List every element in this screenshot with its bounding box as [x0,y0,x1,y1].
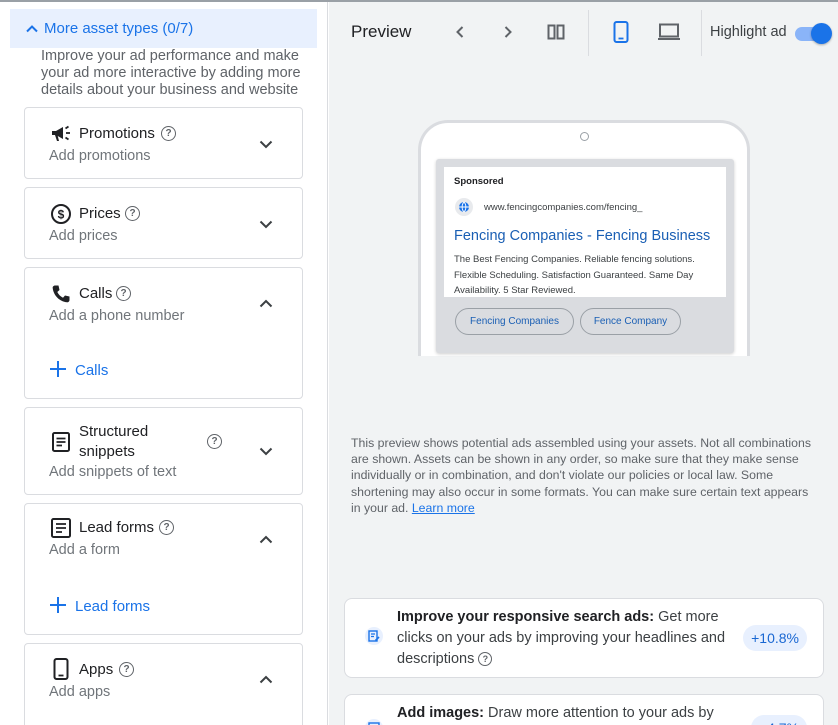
preview-panel: Preview Highlight ad Sponsored www.fenci… [329,2,838,725]
recommendation-body: Draw more attention to your ads by [488,705,714,721]
ad-preview: Sponsored www.fencingcompanies.com/fenci… [436,159,734,353]
recommendation-title: Improve your responsive search ads: [397,609,655,625]
structured-snippets-subtitle: Add snippets of text [49,464,177,480]
structured-snippets-title: Structured snippets [79,422,148,462]
apps-card: Apps ? Add apps [24,643,303,725]
previous-preview-button[interactable] [446,18,474,46]
structured-snippets-card: Structured snippets ? Add snippets of te… [24,407,303,495]
list-document-icon [49,430,73,454]
more-asset-types-toggle[interactable]: More asset types (0/7) [10,9,317,48]
apps-title: Apps [79,661,114,678]
calls-subtitle: Add a phone number [49,308,185,324]
add-calls-button[interactable]: Calls [49,360,108,380]
prices-subtitle: Add prices [49,228,118,244]
smartphone-icon [49,657,73,681]
phone-camera [580,132,589,141]
add-lead-forms-button[interactable]: Lead forms [49,596,150,616]
megaphone-icon [49,122,73,146]
svg-text:$: $ [58,208,65,222]
recommendation-text: Improve your responsive search ads: Get … [397,607,747,670]
preview-disclaimer: This preview shows potential ads assembl… [351,435,811,516]
highlight-ad-toggle[interactable] [795,23,832,44]
help-icon[interactable]: ? [116,286,131,301]
promotions-title: Promotions [79,125,155,142]
chevron-down-icon[interactable] [252,130,280,158]
ad-card: Sponsored www.fencingcompanies.com/fenci… [444,167,726,297]
chevron-up-icon[interactable] [252,666,280,694]
help-icon[interactable]: ? [119,662,134,677]
highlight-ad-label: Highlight ad [710,24,787,40]
grid-view-icon[interactable] [542,18,570,46]
globe-icon [455,198,473,216]
calls-card: Calls ? Add a phone number Calls [24,267,303,399]
toolbar-divider [588,10,589,56]
help-icon[interactable]: ? [125,206,140,221]
phone-icon [49,282,73,306]
recommendation-card[interactable]: Improve your responsive search ads: Get … [344,598,824,678]
recommendation-card[interactable]: Add images: Draw more attention to your … [344,694,824,725]
learn-more-link[interactable]: Learn more [412,501,475,515]
structured-snippets-title-line2: snippets [79,443,135,460]
help-icon[interactable]: ? [161,126,176,141]
edit-document-icon [365,627,383,645]
mobile-view-icon[interactable] [607,18,635,46]
add-lead-forms-label: Lead forms [75,597,151,615]
promotions-card: Promotions ? Add promotions [24,107,303,179]
plus-icon [49,360,67,380]
form-icon [49,516,73,540]
sitelink-chip[interactable]: Fencing Companies [455,308,574,335]
recommendation-title: Add images: [397,705,485,721]
dollar-circle-icon: $ [49,202,73,226]
chevron-down-icon[interactable] [252,210,280,238]
desktop-view-icon[interactable] [655,18,683,46]
uplift-badge: +4.7% [750,715,807,725]
next-preview-button[interactable] [494,18,522,46]
recommendation-text: Add images: Draw more attention to your … [397,703,747,724]
ad-display-url: www.fencingcompanies.com/fencing_ [484,202,643,213]
image-icon [365,719,383,725]
help-icon[interactable]: ? [159,520,174,535]
lead-forms-title: Lead forms [79,519,155,536]
structured-snippets-title-line1: Structured [79,423,149,440]
ad-headline[interactable]: Fencing Companies - Fencing Business [454,228,710,244]
ad-description: The Best Fencing Companies. Reliable fen… [454,254,695,296]
prices-card: $ Prices ? Add prices [24,187,303,259]
preview-toolbar: Preview Highlight ad [329,2,838,60]
phone-frame: Sponsored www.fencingcompanies.com/fenci… [418,120,750,356]
lead-forms-card: Lead forms ? Add a form Lead forms [24,503,303,635]
apps-subtitle: Add apps [49,684,111,700]
more-asset-types-label: More asset types (0/7) [44,20,194,37]
preview-title: Preview [351,22,412,41]
help-icon[interactable]: ? [478,652,493,667]
chevron-up-icon[interactable] [252,526,280,554]
lead-forms-subtitle: Add a form [49,542,120,558]
chevron-up-icon[interactable] [252,290,280,318]
sitelink-chip[interactable]: Fence Company [580,308,681,335]
promotions-subtitle: Add promotions [49,148,151,164]
chevron-down-icon[interactable] [252,437,280,465]
calls-title: Calls [79,285,113,302]
toolbar-divider [701,10,702,56]
plus-icon [49,596,67,616]
sponsored-label: Sponsored [454,176,504,187]
asset-types-intro: Improve your ad performance and make you… [41,48,301,98]
chevron-up-icon [20,17,44,41]
add-calls-label: Calls [75,361,109,379]
asset-types-panel: More asset types (0/7) Improve your ad p… [0,2,328,725]
help-icon[interactable]: ? [207,434,222,449]
uplift-badge: +10.8% [743,625,807,651]
toggle-knob [811,23,832,44]
prices-title: Prices [79,205,121,222]
